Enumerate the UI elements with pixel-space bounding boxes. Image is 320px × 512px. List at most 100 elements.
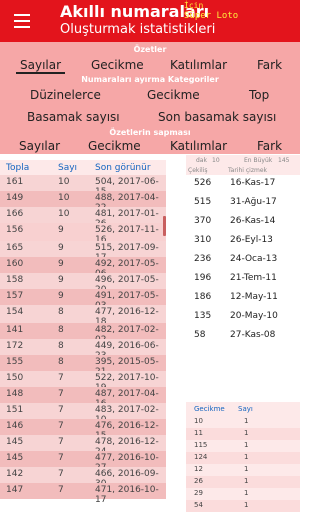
draw-number: 186 xyxy=(194,292,212,302)
cell-sayi: 7 xyxy=(58,421,64,431)
cell-topla: 160 xyxy=(6,259,24,269)
cell-sayi: 7 xyxy=(58,453,64,463)
section-header-kategoriler: Numaraları ayırma Kategoriler xyxy=(81,75,219,84)
table-row[interactable]: 154 8 477, 2016-12-18 xyxy=(0,305,166,327)
draw-number: 370 xyxy=(194,216,212,226)
list-item[interactable]: 58 27-Kas-08 xyxy=(186,327,300,346)
cell-sayi: 7 xyxy=(58,485,64,495)
category-gecikme-button[interactable]: Gecikme xyxy=(147,88,200,102)
table-row[interactable]: 1427466, 2016-09-30 xyxy=(0,467,166,489)
list-item[interactable]: 186 12-May-11 xyxy=(186,289,300,308)
cell-sayi: 1 xyxy=(244,429,249,437)
cell-sayi: 8 xyxy=(58,341,64,351)
table-row[interactable]: 1517483, 2017-02-10 xyxy=(0,403,166,425)
app-subtitle: Oluşturmak istatistikleri xyxy=(60,22,216,37)
cell-topla: 158 xyxy=(6,275,24,285)
tab-gecikme[interactable]: Gecikme xyxy=(91,58,144,72)
table-row[interactable]: 1659515, 2017-09-17 xyxy=(0,241,166,263)
app-header: Akıllı numaraları İçin Süper Loto Oluştu… xyxy=(0,0,300,42)
list-item[interactable]: 310 26-Eyl-13 xyxy=(186,232,300,251)
summary-tabs: Sayılar Gecikme Katılımlar Fark xyxy=(0,58,300,74)
list-item[interactable]: 515 31-Ağu-17 xyxy=(186,194,300,213)
cell-sayi: 7 xyxy=(58,389,64,399)
left-table-header: Topla Sayı Son görünür xyxy=(0,160,166,175)
column-header-son-gorunur[interactable]: Son görünür xyxy=(95,163,151,173)
cell-sayi: 1 xyxy=(244,501,249,509)
table-row[interactable]: 1418482, 2017-02-02 xyxy=(0,323,166,345)
table-row[interactable]: 1558395, 2015-05-21 xyxy=(0,355,166,377)
table-row[interactable]: 1609492, 2017-05-06 xyxy=(0,257,166,279)
deviation-tab-katilimlar[interactable]: Katılımlar xyxy=(170,139,227,153)
deviation-tab-fark[interactable]: Fark xyxy=(257,139,282,153)
table-row[interactable]: 10 1 xyxy=(186,416,300,428)
cell-topla: 154 xyxy=(6,307,24,317)
column-header-gecikme[interactable]: Gecikme xyxy=(194,405,225,413)
draw-date: 24-Oca-13 xyxy=(230,254,278,264)
list-item[interactable]: 135 20-May-10 xyxy=(186,308,300,327)
category-duzineler-button[interactable]: Düzinelercе xyxy=(30,88,101,102)
draw-number: 135 xyxy=(194,311,212,321)
list-item[interactable]: 236 24-Oca-13 xyxy=(186,251,300,270)
cell-topla: 145 xyxy=(6,453,24,463)
table-row[interactable]: 16110504, 2017-06-15 xyxy=(0,175,166,197)
cell-sayi: 8 xyxy=(58,307,64,317)
tab-fark[interactable]: Fark xyxy=(257,58,282,72)
table-row[interactable]: 1579491, 2017-05-03 xyxy=(0,289,166,311)
draw-date: 31-Ağu-17 xyxy=(230,197,277,207)
table-row[interactable]: 124 1 xyxy=(186,452,300,464)
cell-topla: 148 xyxy=(6,389,24,399)
right-bottom-table-body: 10 1 11 1 115 1 124 1 12 1 26 1 29 1 54 1 xyxy=(186,416,300,512)
basamak-sayisi-button[interactable]: Basamak sayısı xyxy=(27,110,120,124)
app-title-icin: İçin xyxy=(184,1,204,10)
cell-sayi: 7 xyxy=(58,405,64,415)
table-row[interactable]: 54 1 xyxy=(186,500,300,512)
table-row[interactable]: 1467476, 2016-12-15 xyxy=(0,419,166,441)
cell-topla: 172 xyxy=(6,341,24,351)
cell-topla: 155 xyxy=(6,357,24,367)
draw-date: 21-Tem-11 xyxy=(230,273,277,283)
cell-sayi: 10 xyxy=(58,193,70,203)
table-row[interactable]: 12 1 xyxy=(186,464,300,476)
hamburger-menu-icon[interactable] xyxy=(14,14,30,28)
table-row[interactable]: 11 1 xyxy=(186,428,300,440)
cell-gecikme: 124 xyxy=(194,453,208,461)
column-header-sayi-right[interactable]: Sayı xyxy=(238,405,253,413)
cell-sayi: 7 xyxy=(58,469,64,479)
cell-gecikme: 12 xyxy=(194,465,203,473)
cell-topla: 146 xyxy=(6,421,24,431)
table-row[interactable]: 1457477, 2016-10-27 xyxy=(0,451,166,473)
tab-katilimlar[interactable]: Katılımlar xyxy=(170,58,227,72)
draw-date: 12-May-11 xyxy=(230,292,278,302)
table-row[interactable]: 1487487, 2017-04-16 xyxy=(0,387,166,409)
cell-gecikme: 115 xyxy=(194,441,208,449)
list-item[interactable]: 526 16-Kas-17 xyxy=(186,175,300,194)
column-header-topla[interactable]: Topla xyxy=(6,163,29,173)
cell-topla: 141 xyxy=(6,325,24,335)
category-top-button[interactable]: Top xyxy=(249,88,269,102)
section-header-sapmasi: Özetlerin sapması xyxy=(109,128,191,137)
table-row[interactable]: 115 1 xyxy=(186,440,300,452)
deviation-tab-gecikme[interactable]: Gecikme xyxy=(88,139,141,153)
list-item[interactable]: 370 26-Kas-14 xyxy=(186,213,300,232)
tab-sayilar[interactable]: Sayılar xyxy=(16,58,66,74)
table-row[interactable]: 156 9 526, 2017-11-16 xyxy=(0,223,166,245)
table-row[interactable]: 1457478, 2016-12-24 xyxy=(0,435,166,457)
section-header-ozetler: Özetler xyxy=(133,45,167,54)
deviation-tab-sayilar[interactable]: Sayılar xyxy=(19,139,60,153)
cell-gecikme: 11 xyxy=(194,429,203,437)
table-row[interactable]: 16610481, 2017-01-26 xyxy=(0,207,166,229)
list-item[interactable]: 196 21-Tem-11 xyxy=(186,270,300,289)
table-row[interactable]: 14910488, 2017-04-22 xyxy=(0,191,166,213)
table-row[interactable]: 1728449, 2016-06-23 xyxy=(0,339,166,361)
table-row[interactable]: 1507522, 2017-10-19 xyxy=(0,371,166,393)
cell-topla: 165 xyxy=(6,243,24,253)
table-row[interactable]: 147 7 471, 2016-10-17 xyxy=(0,483,166,505)
column-header-sayi[interactable]: Sayı xyxy=(58,163,77,173)
table-row[interactable]: 29 1 xyxy=(186,488,300,500)
son-basamak-sayisi-button[interactable]: Son basamak sayısı xyxy=(158,110,276,124)
left-table-scrollbar[interactable] xyxy=(163,216,166,236)
app-title-lottery-name: Süper Loto xyxy=(184,11,239,21)
table-row[interactable]: 26 1 xyxy=(186,476,300,488)
table-row[interactable]: 1589496, 2017-05-20 xyxy=(0,273,166,295)
cell-topla: 156 xyxy=(6,225,24,235)
